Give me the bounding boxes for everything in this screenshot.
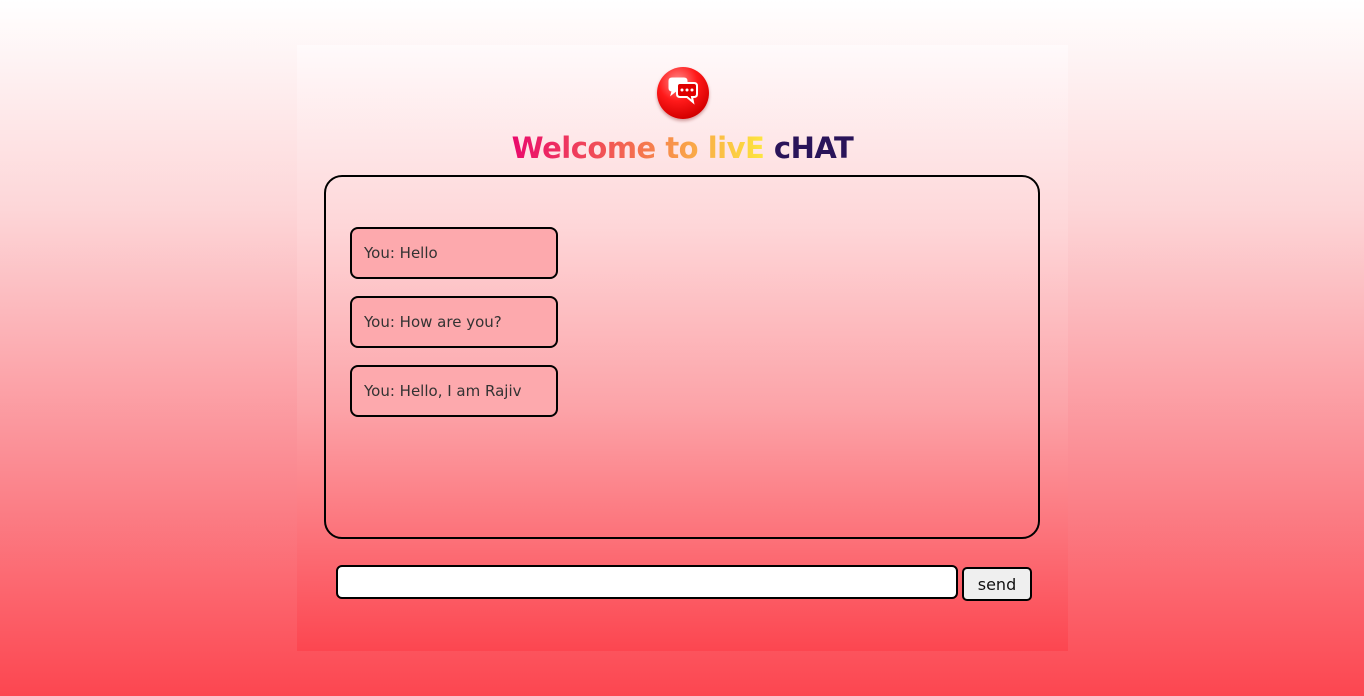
send-button[interactable]: send: [962, 567, 1032, 601]
page-title-dark: cHAT: [773, 131, 854, 165]
chat-messages-box[interactable]: You: Hello You: How are you? You: Hello,…: [324, 175, 1040, 539]
page-title-gradient: Welcome to livE: [511, 131, 765, 165]
message-bubble: You: Hello: [350, 227, 558, 279]
chat-bubbles-icon: [657, 67, 709, 119]
chat-container: Welcome to livE cHAT You: Hello You: How…: [297, 45, 1068, 651]
message-bubble: You: How are you?: [350, 296, 558, 348]
page-title: Welcome to livE cHAT: [297, 129, 1068, 167]
message-input[interactable]: [336, 565, 958, 599]
message-bubble: You: Hello, I am Rajiv: [350, 365, 558, 417]
